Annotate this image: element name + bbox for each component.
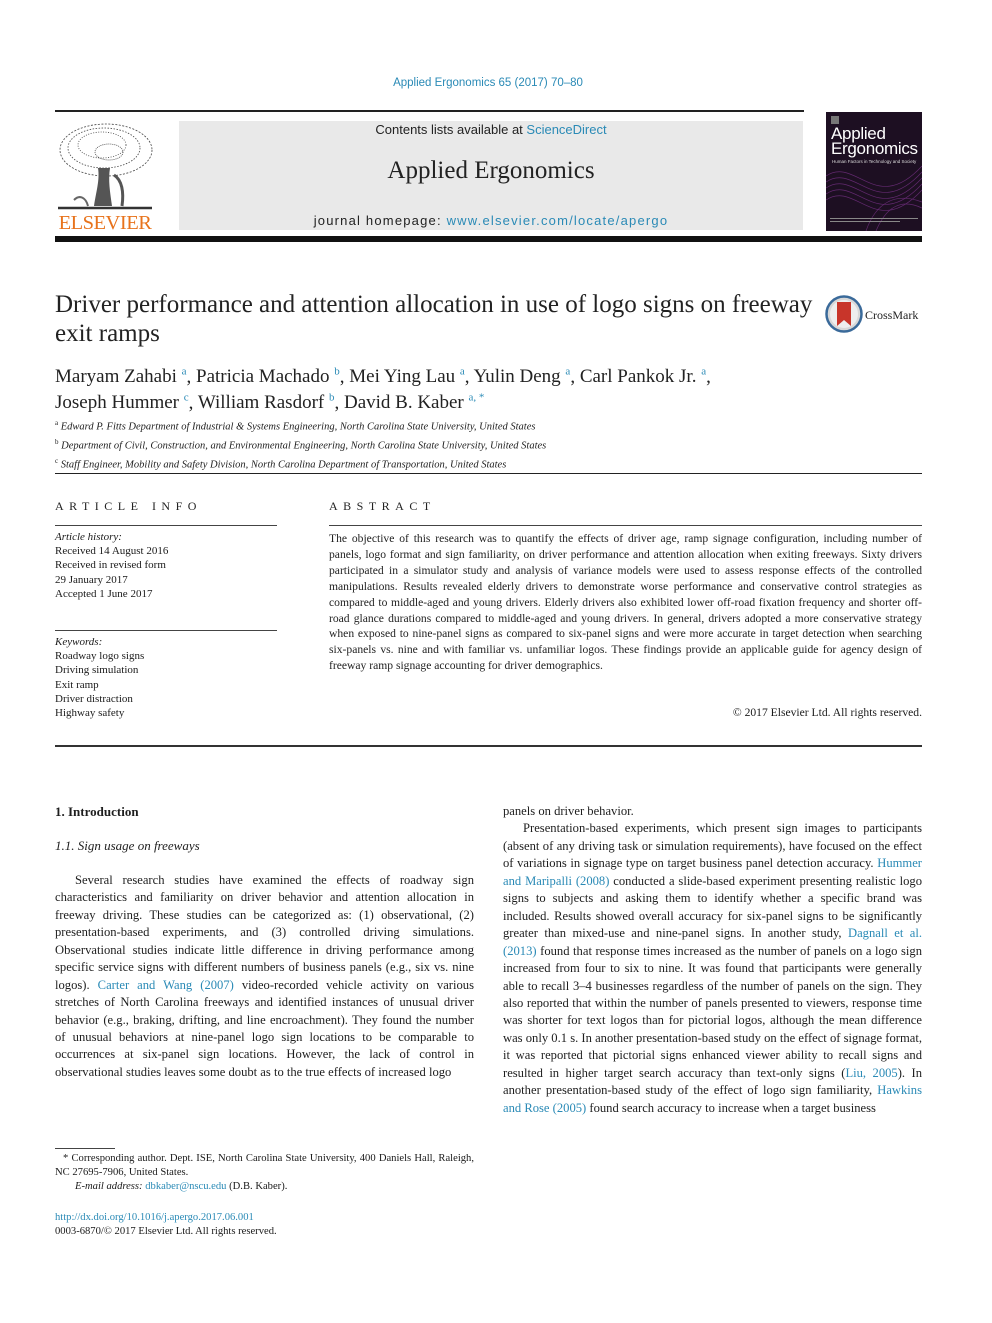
history-label: Article history:	[55, 531, 122, 543]
contents-available-line: Contents lists available at ScienceDirec…	[179, 122, 803, 137]
author[interactable]: Yulin Deng a	[474, 366, 571, 387]
author[interactable]: Joseph Hummer c	[55, 392, 189, 413]
journal-cover-image[interactable]: Applied Ergonomics Human Factors in Techn…	[826, 112, 922, 231]
journal-name: Applied Ergonomics	[387, 157, 595, 184]
journal-masthead: Contents lists available at ScienceDirec…	[179, 121, 803, 230]
abstract-heading: ABSTRACT	[329, 499, 436, 513]
author[interactable]: Carl Pankok Jr. a	[580, 366, 706, 387]
author[interactable]: David B. Kaber a, *	[344, 392, 484, 413]
affiliation: c Staff Engineer, Mobility and Safety Di…	[55, 457, 507, 471]
journal-homepage-link[interactable]: www.elsevier.com/locate/apergo	[447, 213, 669, 228]
top-rule	[55, 110, 804, 112]
abstract-rule	[329, 525, 922, 527]
author[interactable]: Mei Ying Lau a	[349, 366, 465, 387]
homepage-prefix: journal homepage:	[313, 213, 447, 228]
affiliations: a Edward P. Fitts Department of Industri…	[55, 416, 855, 473]
abstract-bottom-rule	[55, 745, 922, 747]
author[interactable]: Patricia Machado b	[196, 366, 340, 387]
author[interactable]: Maryam Zahabi a	[55, 366, 187, 387]
body-column-left: 1. Introduction 1.1. Sign usage on freew…	[55, 803, 474, 1081]
crossmark-label: CrossMark	[865, 308, 919, 322]
cover-title: Applied Ergonomics	[831, 125, 918, 158]
keyword: Driver distraction	[55, 692, 133, 705]
body-column-right: panels on driver behavior. Presentation-…	[503, 803, 922, 1117]
article-history: Article history: Received 14 August 2016…	[55, 530, 277, 601]
paragraph: Presentation-based experiments, which pr…	[503, 821, 922, 1115]
elsevier-tree-icon	[58, 123, 153, 210]
keywords: Keywords: Roadway logo signs Driving sim…	[55, 635, 277, 720]
abstract-text: The objective of this research was to qu…	[329, 532, 922, 673]
elsevier-wordmark: ELSEVIER	[58, 212, 152, 234]
article-title: Driver performance and attention allocat…	[55, 291, 813, 347]
citation-link[interactable]: Liu, 2005	[845, 1066, 897, 1080]
article-info-heading: ARTICLE INFO	[55, 499, 202, 513]
abstract-copyright: © 2017 Elsevier Ltd. All rights reserved…	[732, 706, 922, 719]
cover-title-line-2: Ergonomics	[831, 139, 918, 158]
elsevier-logo[interactable]: ELSEVIER	[54, 120, 156, 234]
footnote-rule	[55, 1148, 115, 1149]
history-item: Received in revised form	[55, 559, 166, 572]
citation-link[interactable]: Carter and Wang (2007)	[98, 978, 234, 992]
author[interactable]: William Rasdorf b	[198, 392, 335, 413]
cover-subtitle: Human Factors in Technology and Society	[832, 159, 917, 164]
subsection-heading: 1.1. Sign usage on freeways	[55, 838, 200, 854]
keyword: Roadway logo signs	[55, 650, 145, 663]
article-info-rule	[55, 525, 277, 527]
issn-copyright: 0003-6870/© 2017 Elsevier Ltd. All right…	[55, 1226, 277, 1238]
corresponding-author-note: * Corresponding author. Dept. ISE, North…	[55, 1153, 474, 1179]
footnotes: * Corresponding author. Dept. ISE, North…	[55, 1152, 474, 1195]
section-heading: 1. Introduction	[55, 804, 139, 819]
paragraph: panels on driver behavior.	[503, 804, 634, 818]
history-item: 29 January 2017	[55, 573, 128, 586]
sciencedirect-link[interactable]: ScienceDirect	[526, 122, 606, 137]
email-line: E-mail address: dbkaber@nscu.edu (D.B. K…	[75, 1181, 288, 1193]
keyword: Exit ramp	[55, 678, 99, 691]
email-link[interactable]: dbkaber@nscu.edu	[145, 1181, 226, 1192]
contents-prefix: Contents lists available at	[375, 122, 527, 137]
section-rule	[55, 473, 922, 474]
masthead-thick-rule	[55, 236, 922, 242]
doi-link[interactable]: http://dx.doi.org/10.1016/j.apergo.2017.…	[55, 1212, 254, 1223]
keywords-rule	[55, 630, 277, 632]
keyword: Driving simulation	[55, 664, 139, 677]
history-item: Accepted 1 June 2017	[55, 587, 153, 600]
journal-reference-link[interactable]: Applied Ergonomics 65 (2017) 70–80	[0, 77, 976, 89]
affiliation: a Edward P. Fitts Department of Industri…	[55, 419, 536, 433]
keywords-label: Keywords:	[55, 636, 103, 648]
paragraph: Several research studies have examined t…	[55, 872, 474, 1079]
crossmark-button[interactable]: CrossMark	[825, 295, 925, 335]
journal-homepage-line: journal homepage: www.elsevier.com/locat…	[179, 213, 803, 228]
doi-block: http://dx.doi.org/10.1016/j.apergo.2017.…	[55, 1211, 474, 1239]
history-item: Received 14 August 2016	[55, 545, 169, 558]
affiliation: b Department of Civil, Construction, and…	[55, 438, 547, 452]
crossmark-icon	[825, 295, 863, 333]
author-list: Maryam Zahabi a, Patricia Machado b, Mei…	[55, 366, 711, 414]
keyword: Highway safety	[55, 707, 125, 720]
